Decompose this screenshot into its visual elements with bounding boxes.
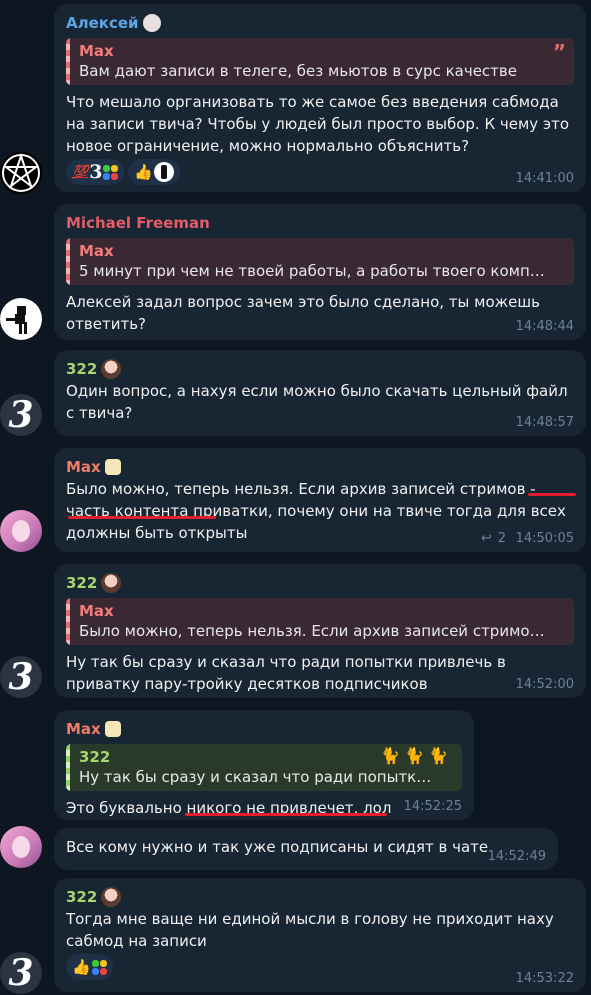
message-text: Один вопрос, а нахуя если можно было ска… — [66, 382, 568, 422]
message-bubble[interactable]: Max 322 Ну так бы сразу и сказал что рад… — [54, 710, 474, 820]
replies-count: 2 — [497, 531, 506, 546]
message-time: 14:50:05 — [515, 531, 574, 546]
highlight-underline — [528, 493, 576, 496]
person-photo-icon — [12, 520, 30, 542]
dog-silhouette-icon — [6, 306, 27, 334]
thumbs-up-icon: 👍 — [72, 958, 91, 976]
color-squares-icon — [91, 959, 107, 975]
reply-preview[interactable]: Max Было можно, теперь нельзя. Если архи… — [66, 598, 574, 645]
reactions-row: 👍 — [66, 954, 574, 980]
sender-label: 322 — [66, 574, 98, 592]
sender-name[interactable]: Michael Freeman — [66, 212, 574, 234]
sender-badge-icon — [104, 721, 121, 737]
sender-badge-icon — [142, 14, 161, 32]
hundred-points-icon: 💯 — [72, 164, 89, 180]
message-bubble[interactable]: Michael Freeman Max 5 минут при чем не т… — [54, 204, 586, 340]
sender-badge-icon — [101, 359, 122, 379]
reactor-avatar-icon — [154, 162, 175, 182]
user-avatar[interactable]: 3 — [0, 394, 42, 436]
sender-label: Max — [66, 720, 101, 738]
sender-name[interactable]: Алексей — [66, 12, 574, 34]
message-time: 14:48:57 — [515, 415, 574, 430]
reply-sender: Max — [79, 602, 114, 620]
reply-preview[interactable]: Max 5 минут при чем не твоей работы, а р… — [66, 238, 574, 285]
message-time: 14:53:22 — [515, 971, 574, 986]
message-time: 14:48:44 — [515, 319, 574, 334]
user-avatar[interactable] — [0, 826, 42, 868]
message-text: Все кому нужно и так уже подписаны и сид… — [66, 838, 489, 856]
message-text: Алексей задал вопрос зачем это было сдел… — [66, 293, 540, 333]
reply-text: Ну так бы сразу и сказал что ради попытк… — [79, 768, 436, 786]
message-time: 14:52:49 — [487, 849, 546, 864]
message-text: Что мешало организовать то же самое без … — [66, 93, 570, 155]
reply-sender: Max — [79, 242, 114, 260]
message-time: 14:52:25 — [403, 799, 462, 814]
sender-name[interactable]: 322 — [66, 572, 574, 594]
three-sticker-icon: 3 — [89, 161, 103, 183]
sender-label: Michael Freeman — [66, 214, 210, 232]
sender-badge-icon — [104, 459, 121, 475]
pentagram-icon — [2, 152, 40, 192]
reply-arrow-icon: ↩ — [480, 531, 492, 546]
sender-name[interactable]: Max — [66, 718, 462, 740]
message-bubble[interactable]: Алексей Max Вам дают записи в телеге, бе… — [54, 4, 586, 192]
three-logo-icon: 3 — [8, 952, 34, 994]
reaction-chip[interactable]: 💯 3 — [66, 159, 125, 185]
reply-preview[interactable]: Max Вам дают записи в телеге, без мьютов… — [66, 38, 574, 85]
quote-icon: ” — [552, 40, 566, 64]
reaction-chip[interactable]: 👍 — [128, 159, 181, 185]
message-bubble[interactable]: Max Было можно, теперь нельзя. Если архи… — [54, 448, 586, 552]
cat-pattern-icon: 🐈🐈🐈 — [380, 746, 452, 765]
message-time: 14:52:00 — [515, 677, 574, 692]
sender-badge-icon — [101, 887, 122, 907]
user-avatar[interactable]: 3 — [0, 952, 42, 994]
highlight-underline — [185, 813, 387, 816]
person-photo-icon — [12, 836, 30, 858]
message-bubble[interactable]: 322 Max Было можно, теперь нельзя. Если … — [54, 564, 586, 698]
sender-label: 322 — [66, 888, 98, 906]
reply-text: Было можно, теперь нельзя. Если архив за… — [79, 622, 548, 640]
reply-sender: Max — [79, 42, 114, 60]
user-avatar[interactable] — [0, 298, 42, 340]
sender-label: 322 — [66, 360, 98, 378]
reply-text: 5 минут при чем не твоей работы, а работ… — [79, 262, 548, 280]
message-text: Ну так бы сразу и сказал что ради попытк… — [66, 653, 506, 693]
replies-counter[interactable]: ↩ 2 — [481, 531, 506, 546]
message-time: 14:41:00 — [515, 171, 574, 186]
sender-name[interactable]: Max — [66, 456, 574, 478]
sender-badge-icon — [101, 573, 122, 593]
message-bubble[interactable]: Все кому нужно и так уже подписаны и сид… — [54, 828, 558, 870]
three-logo-icon: 3 — [8, 656, 34, 698]
reactions-row: 💯 3 👍 — [66, 159, 574, 185]
reply-text: Вам дают записи в телеге, без мьютов в с… — [79, 62, 517, 80]
message-text: Тогда мне ваще ни единой мысли в голову … — [66, 910, 554, 950]
message-bubble[interactable]: 322 Один вопрос, а нахуя если можно было… — [54, 350, 586, 436]
reaction-chip[interactable]: 👍 — [66, 954, 113, 980]
thumbs-up-icon: 👍 — [134, 163, 154, 181]
user-avatar[interactable]: 3 — [0, 656, 42, 698]
sender-label: Max — [66, 458, 101, 476]
color-squares-icon — [103, 164, 119, 180]
user-avatar[interactable] — [0, 152, 42, 194]
highlight-underline — [68, 516, 216, 519]
sender-label: Алексей — [66, 14, 139, 32]
three-logo-icon: 3 — [8, 394, 34, 436]
sender-name[interactable]: 322 — [66, 886, 574, 908]
sender-name[interactable]: 322 — [66, 358, 574, 380]
reply-preview[interactable]: 322 Ну так бы сразу и сказал что ради по… — [66, 744, 462, 791]
user-avatar[interactable] — [0, 510, 42, 552]
message-bubble[interactable]: 322 Тогда мне ваще ни единой мысли в гол… — [54, 878, 586, 992]
